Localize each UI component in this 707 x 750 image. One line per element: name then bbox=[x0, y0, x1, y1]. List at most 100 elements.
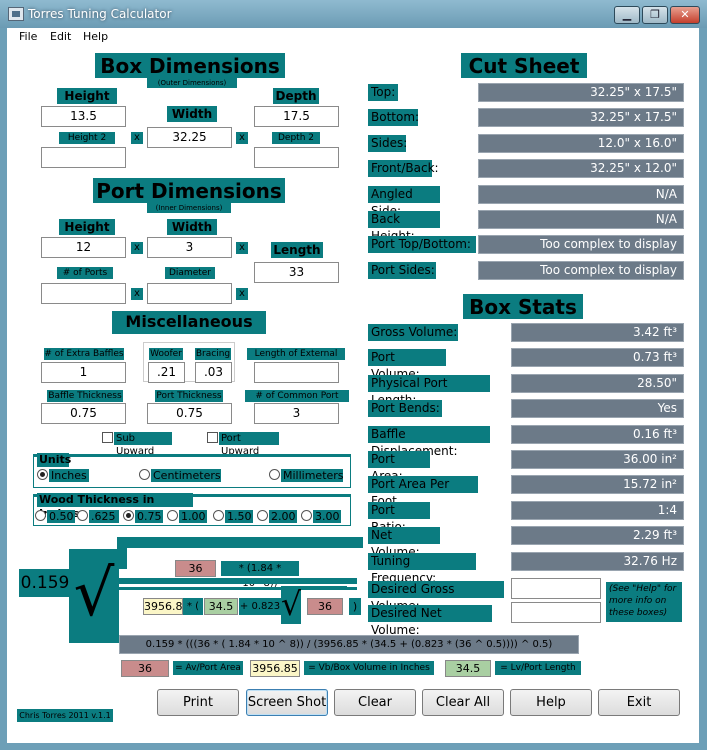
num-ports-input[interactable] bbox=[41, 283, 126, 304]
external-port-input[interactable] bbox=[254, 362, 339, 383]
formula-inner-av: 36 bbox=[307, 598, 343, 615]
desired-net-label: Desired Net Volume: bbox=[368, 605, 492, 637]
wood-075-label: 0.75 bbox=[137, 510, 162, 523]
port-upward-label: Port Upward bbox=[219, 432, 279, 457]
wood-050-label: 0.50 bbox=[49, 510, 74, 523]
legend-vb-label: = Vb/Box Volume in Inches bbox=[304, 661, 434, 675]
extra-baffles-label: # of Extra Baffles bbox=[44, 348, 124, 360]
box-stat-value: 28.50" bbox=[511, 373, 684, 393]
client-area: File Edit Help Box Dimensions (Outer Dim… bbox=[7, 28, 699, 743]
box-stat-value: 36.00 in² bbox=[511, 450, 684, 469]
menu-edit[interactable]: Edit bbox=[50, 30, 71, 43]
box-width-input[interactable]: 32.25 bbox=[147, 127, 232, 148]
port-dimensions-title: Port Dimensions bbox=[93, 178, 285, 203]
box-stat-value: 1:4 bbox=[511, 500, 684, 520]
units-group-bar bbox=[33, 454, 351, 457]
radio-wood-150[interactable] bbox=[213, 510, 224, 521]
radio-wood-050[interactable] bbox=[35, 510, 46, 521]
cut-sheet-value: 32.25" x 12.0" bbox=[478, 159, 684, 179]
desired-net-input[interactable] bbox=[511, 602, 601, 623]
box-stat-value: 0.16 ft³ bbox=[511, 424, 684, 444]
radio-wood-625[interactable] bbox=[77, 510, 88, 521]
box-dimensions-title: Box Dimensions bbox=[95, 53, 285, 78]
baffle-thickness-input[interactable]: 0.75 bbox=[41, 403, 126, 424]
radio-wood-300[interactable] bbox=[301, 510, 312, 521]
print-button[interactable]: Print bbox=[157, 689, 239, 716]
radical-stem bbox=[117, 537, 127, 569]
box-height-label: Height bbox=[57, 88, 117, 104]
port-upward-checkbox[interactable] bbox=[207, 432, 218, 443]
window-title: Torres Tuning Calculator bbox=[28, 7, 172, 21]
multiply-sign: x bbox=[236, 132, 248, 144]
menu-file[interactable]: File bbox=[19, 30, 37, 43]
close-button[interactable]: ✕ bbox=[670, 6, 700, 24]
credit-label: Chris Torres 2011 v.1.1 bbox=[17, 709, 113, 722]
units-title: Units bbox=[37, 453, 72, 467]
port-thickness-label: Port Thickness bbox=[155, 390, 223, 402]
radio-wood-100[interactable] bbox=[167, 510, 178, 521]
wood-300-label: 3.00 bbox=[315, 510, 340, 523]
radio-wood-200[interactable] bbox=[257, 510, 268, 521]
radio-centimeters[interactable] bbox=[139, 469, 150, 480]
box-height-input[interactable]: 13.5 bbox=[41, 106, 126, 127]
box-depth-input[interactable]: 17.5 bbox=[254, 106, 339, 127]
wood-625-label: .625 bbox=[91, 510, 116, 523]
sub-upward-checkbox[interactable] bbox=[102, 432, 113, 443]
cut-sheet-value: 32.25" x 17.5" bbox=[478, 108, 684, 128]
formula-av-value: 36 bbox=[175, 560, 216, 577]
port-thickness-input[interactable]: 0.75 bbox=[147, 403, 232, 424]
box-depth2-input[interactable] bbox=[254, 147, 339, 168]
title-bar: Torres Tuning Calculator ▁ ❐ ✕ bbox=[0, 0, 707, 28]
port-length-input[interactable]: 33 bbox=[254, 262, 339, 283]
box-height2-input[interactable] bbox=[41, 147, 126, 168]
maximize-button[interactable]: ❐ bbox=[642, 6, 668, 24]
centimeters-label-box: Centimeters bbox=[151, 469, 221, 482]
desired-gross-label: Desired Gross Volume: bbox=[368, 581, 504, 613]
full-expression: 0.159 * (((36 * ( 1.84 * 10 ^ 8)) / (395… bbox=[119, 635, 579, 654]
desired-gross-input[interactable] bbox=[511, 578, 601, 599]
radio-inches[interactable] bbox=[37, 469, 48, 480]
formula-plus-text: + 0.823 bbox=[239, 598, 281, 615]
formula-exponent-text: * (1.84 * 10^8)) bbox=[221, 561, 299, 589]
multiply-sign: x bbox=[131, 288, 143, 300]
multiply-sign: x bbox=[236, 288, 248, 300]
cut-sheet-value: N/A bbox=[478, 210, 684, 229]
box-stat-label: Net Volume: bbox=[368, 527, 440, 559]
woofer-input[interactable]: .21 bbox=[148, 362, 185, 383]
exit-button[interactable]: Exit bbox=[598, 689, 680, 716]
box-stat-label: Port Area: bbox=[368, 451, 430, 483]
box-stat-value: 3.42 ft³ bbox=[511, 323, 684, 342]
num-ports-label: # of Ports bbox=[57, 267, 113, 279]
clear-button[interactable]: Clear bbox=[334, 689, 416, 716]
common-walls-input[interactable]: 3 bbox=[254, 403, 339, 424]
inches-label-box: Inches bbox=[49, 469, 89, 482]
cut-sheet-label: Front/Back: bbox=[368, 160, 439, 178]
box-stats-title: Box Stats bbox=[463, 294, 583, 319]
cut-sheet-label: Back Height: bbox=[368, 211, 440, 243]
millimeters-label: Millimeters bbox=[283, 469, 344, 482]
diameter-input[interactable] bbox=[147, 283, 232, 304]
bracing-input[interactable]: .03 bbox=[195, 362, 232, 383]
cut-sheet-label: Sides: bbox=[368, 134, 407, 152]
port-width-input[interactable]: 3 bbox=[147, 237, 232, 258]
radical-icon: √ bbox=[69, 549, 119, 643]
box-stat-value: 32.76 Hz bbox=[511, 551, 684, 571]
minimize-button[interactable]: ▁ bbox=[614, 6, 640, 24]
help-button[interactable]: Help bbox=[510, 689, 592, 716]
cut-sheet-label: Port Sides: bbox=[368, 261, 436, 279]
port-dimensions-subtitle: (Inner Dimensions) bbox=[147, 203, 231, 213]
radio-millimeters[interactable] bbox=[269, 469, 280, 480]
sub-upward-label: Sub Upward bbox=[114, 432, 172, 457]
clear-all-button[interactable]: Clear All bbox=[422, 689, 504, 716]
screen-shot-button[interactable]: Screen Shot bbox=[246, 689, 328, 716]
port-length-label: Length bbox=[271, 242, 323, 258]
legend-av-label: = Av/Port Area bbox=[173, 661, 243, 675]
menu-help[interactable]: Help bbox=[83, 30, 108, 43]
box-stat-label: Port Ratio: bbox=[368, 501, 430, 534]
legend-lv-value: 34.5 bbox=[445, 660, 491, 677]
radio-wood-075[interactable] bbox=[123, 510, 134, 521]
multiply-sign: x bbox=[236, 242, 248, 254]
port-height-input[interactable]: 12 bbox=[41, 237, 126, 258]
cut-sheet-label: Angled Side: bbox=[368, 185, 440, 218]
extra-baffles-input[interactable]: 1 bbox=[41, 362, 126, 383]
